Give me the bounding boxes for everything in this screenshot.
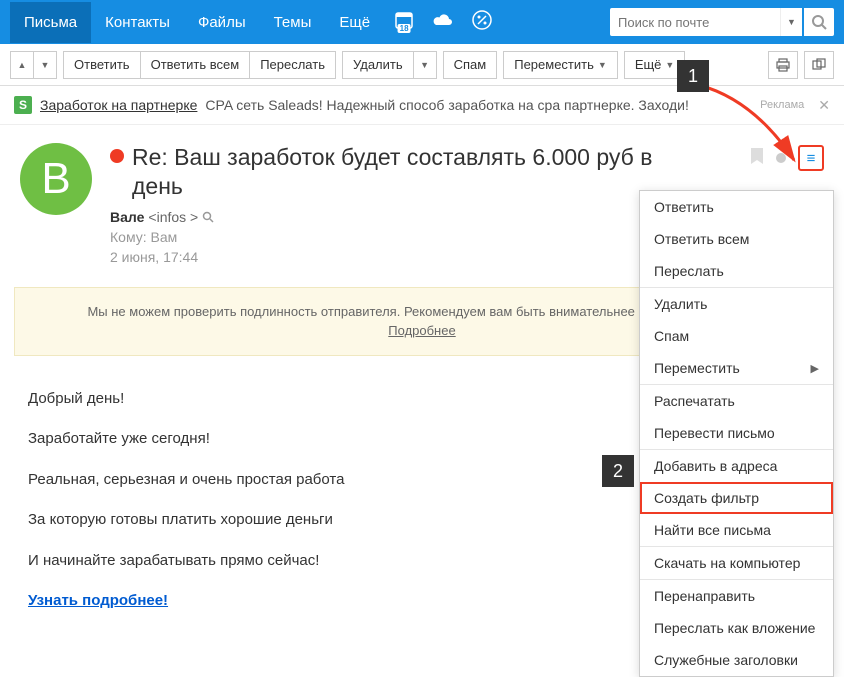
menu-create-filter[interactable]: Создать фильтр (640, 482, 833, 514)
ad-text: CPA сеть Saleads! Надежный способ зарабо… (205, 97, 688, 113)
search-sender-icon[interactable] (202, 211, 214, 223)
menu-find-all[interactable]: Найти все письма (640, 514, 833, 546)
annotation-callout-2: 2 (602, 455, 634, 487)
ad-close-icon[interactable]: ✕ (818, 97, 830, 114)
menu-move[interactable]: Переместить▶ (640, 352, 833, 384)
menu-add-contact[interactable]: Добавить в адреса (640, 450, 833, 482)
mail-subject: Re: Ваш заработок будет составлять 6.000… (132, 143, 662, 201)
topbar-nav: Письма Контакты Файлы Темы Ещё (10, 2, 384, 43)
new-window-button[interactable] (804, 51, 834, 79)
nav-down-button[interactable]: ▼ (33, 51, 57, 79)
mail-actions: ≡ (750, 145, 824, 171)
message-menu-button[interactable]: ≡ (798, 145, 824, 171)
nav-up-button[interactable]: ▲ (10, 51, 34, 79)
ad-strip: S Заработок на партнерке CPA сеть Salead… (0, 86, 844, 125)
reply-button[interactable]: Ответить (63, 51, 141, 79)
warning-more-link[interactable]: Подробнее (388, 323, 455, 338)
nav-contacts[interactable]: Контакты (91, 2, 184, 43)
search-dropdown[interactable]: ▼ (780, 8, 802, 36)
ad-icon: S (14, 96, 32, 114)
nav-themes[interactable]: Темы (260, 2, 326, 43)
menu-reply-all[interactable]: Ответить всем (640, 223, 833, 255)
topbar-icons: 18 (394, 10, 492, 35)
search-wrap: ▼ (610, 8, 834, 36)
menu-translate[interactable]: Перевести письмо (640, 417, 833, 449)
mark-dot-icon[interactable] (776, 153, 786, 163)
delete-button[interactable]: Удалить (342, 51, 414, 79)
print-icon-button[interactable] (768, 51, 798, 79)
nav-more[interactable]: Ещё (325, 2, 384, 43)
from-name: Вале (110, 209, 144, 225)
topbar: Письма Контакты Файлы Темы Ещё 18 ▼ (0, 0, 844, 44)
spam-button[interactable]: Спам (443, 51, 498, 79)
nav-files[interactable]: Файлы (184, 2, 260, 43)
delete-dropdown[interactable]: ▼ (413, 51, 437, 79)
forward-button[interactable]: Переслать (249, 51, 336, 79)
avatar: В (20, 143, 92, 215)
flag-icon[interactable] (750, 147, 764, 170)
menu-redirect[interactable]: Перенаправить (640, 580, 833, 612)
menu-print[interactable]: Распечатать (640, 385, 833, 417)
reply-all-button[interactable]: Ответить всем (140, 51, 251, 79)
search-button[interactable] (804, 8, 834, 36)
menu-reply[interactable]: Ответить (640, 191, 833, 223)
body-cta-link[interactable]: Узнать подробнее! (28, 592, 168, 609)
percent-icon[interactable] (472, 10, 492, 35)
menu-spam[interactable]: Спам (640, 320, 833, 352)
calendar-badge: 18 (398, 24, 411, 33)
nav-mail[interactable]: Письма (10, 2, 91, 43)
annotation-callout-1: 1 (677, 60, 709, 92)
calendar-icon[interactable]: 18 (394, 10, 414, 35)
chevron-right-icon: ▶ (811, 362, 819, 375)
ad-label: Реклама (760, 99, 804, 111)
move-button[interactable]: Переместить ▼ (503, 51, 618, 79)
toolbar: ▲ ▼ Ответить Ответить всем Переслать Уда… (0, 44, 844, 86)
context-menu: Ответить Ответить всем Переслать Удалить… (639, 190, 834, 677)
unread-dot-icon (110, 149, 124, 163)
from-email: <infos > (148, 209, 198, 225)
menu-headers[interactable]: Служебные заголовки (640, 644, 833, 676)
menu-forward[interactable]: Переслать (640, 255, 833, 287)
menu-delete[interactable]: Удалить (640, 288, 833, 320)
cloud-icon[interactable] (432, 12, 454, 33)
menu-download[interactable]: Скачать на компьютер (640, 547, 833, 579)
search-input[interactable] (610, 8, 780, 36)
menu-forward-attach[interactable]: Переслать как вложение (640, 612, 833, 644)
ad-link[interactable]: Заработок на партнерке (40, 97, 197, 113)
